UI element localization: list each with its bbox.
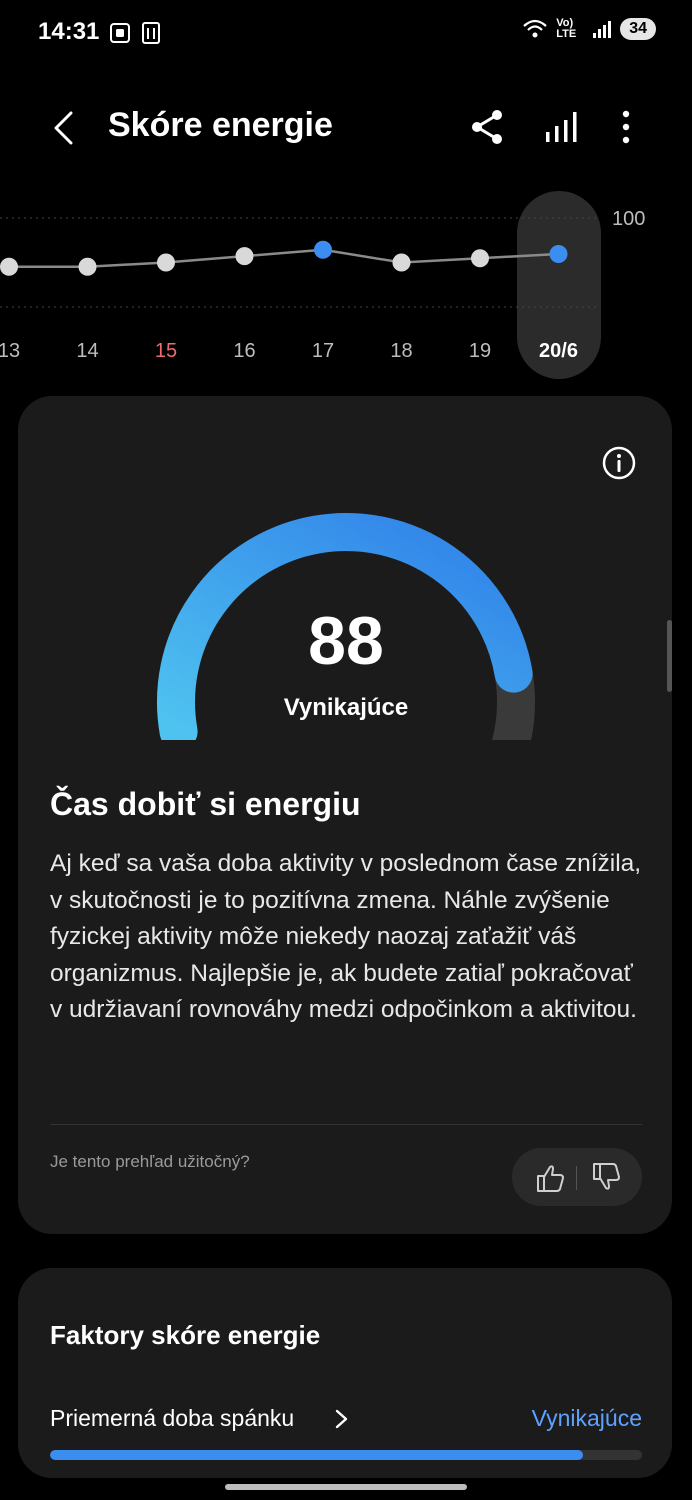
signal-icon bbox=[593, 21, 612, 38]
day-label-18[interactable]: 18 bbox=[390, 340, 412, 363]
status-time: 14:31 bbox=[38, 18, 100, 45]
factor-status: Vynikajúce bbox=[531, 1405, 642, 1431]
trend-point-20-6[interactable] bbox=[549, 245, 568, 263]
factor-name: Priemerná doba spánku bbox=[50, 1405, 295, 1431]
thumbs-up-button[interactable] bbox=[528, 1156, 572, 1200]
insight-title: Čas dobiť si energiu bbox=[50, 786, 361, 822]
info-icon bbox=[602, 446, 636, 480]
divider bbox=[50, 1124, 642, 1125]
score-value: 88 bbox=[308, 603, 384, 679]
battery-badge: 34 bbox=[620, 18, 656, 40]
day-label-16[interactable]: 16 bbox=[233, 340, 255, 363]
trend-point-16[interactable] bbox=[235, 247, 254, 266]
factors-card bbox=[18, 1268, 672, 1478]
more-options-button[interactable] bbox=[606, 106, 646, 150]
thumbs-down-icon bbox=[593, 1163, 620, 1190]
status-icons-right: Vo) LTE 34 bbox=[522, 18, 656, 40]
chevron-right-icon bbox=[335, 1409, 348, 1429]
feedback-separator bbox=[576, 1166, 577, 1190]
day-label-20-6[interactable]: 20/6 bbox=[539, 340, 578, 363]
statistics-button[interactable] bbox=[540, 106, 584, 150]
trend-point-15[interactable] bbox=[157, 253, 175, 272]
wifi-icon bbox=[523, 19, 547, 38]
factors-title: Faktory skóre energie bbox=[50, 1320, 321, 1350]
stats-icon bbox=[546, 112, 577, 142]
day-label-14[interactable]: 14 bbox=[76, 340, 98, 363]
insight-body: Aj keď sa vaša doba aktivity v poslednom… bbox=[50, 850, 642, 1023]
home-indicator[interactable] bbox=[225, 1484, 467, 1490]
share-icon bbox=[472, 110, 502, 144]
back-button[interactable] bbox=[40, 104, 88, 152]
day-label-17[interactable]: 17 bbox=[312, 340, 334, 363]
screen-record-icon bbox=[110, 23, 130, 43]
info-button[interactable] bbox=[600, 444, 638, 482]
more-icon bbox=[622, 110, 630, 144]
score-rating: Vynikajúce bbox=[283, 694, 409, 721]
day-label-15[interactable]: 15 bbox=[155, 340, 177, 363]
trend-point-19[interactable] bbox=[471, 249, 489, 268]
trend-point-13[interactable] bbox=[0, 257, 18, 276]
page-title: Skóre energie bbox=[108, 106, 333, 144]
day-label-13[interactable]: 13 bbox=[0, 340, 20, 363]
factor-progress-track bbox=[50, 1450, 642, 1460]
trend-chart bbox=[0, 217, 600, 308]
sim-card-icon bbox=[142, 22, 160, 44]
status-icons-left bbox=[108, 20, 162, 46]
trend-point-17[interactable] bbox=[314, 240, 332, 259]
feedback-question: Je tento prehľad užitočný? bbox=[50, 1152, 250, 1171]
back-icon bbox=[54, 111, 73, 145]
factor-progress-fill bbox=[50, 1450, 583, 1460]
share-button[interactable] bbox=[466, 106, 510, 150]
day-label-19[interactable]: 19 bbox=[469, 340, 491, 363]
network-label: Vo) LTE bbox=[556, 17, 577, 40]
thumbs-up-icon bbox=[537, 1165, 564, 1192]
scrollbar[interactable] bbox=[667, 620, 672, 692]
thumbs-down-button[interactable] bbox=[584, 1156, 628, 1200]
trend-point-14[interactable] bbox=[78, 257, 97, 276]
trend-point-18[interactable] bbox=[392, 253, 411, 272]
